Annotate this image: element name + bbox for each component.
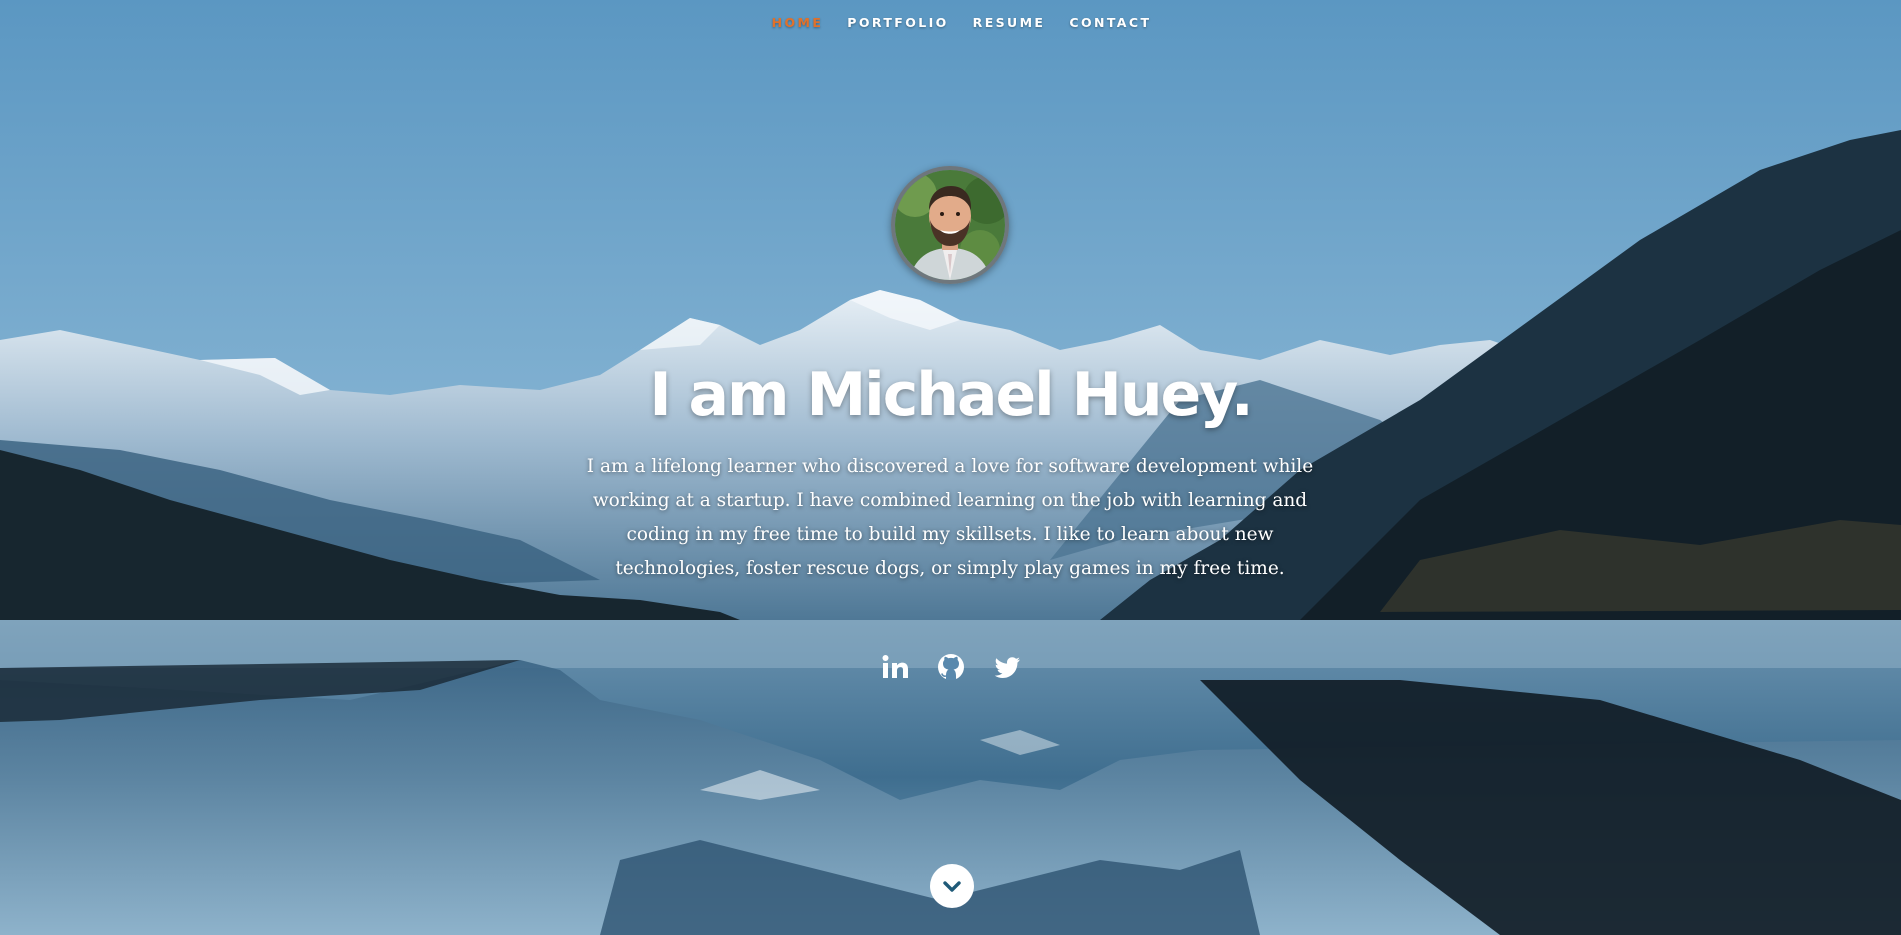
github-icon[interactable] (936, 652, 966, 682)
profile-avatar (891, 166, 1009, 284)
twitter-icon[interactable] (992, 652, 1022, 682)
hero-headline: I am Michael Huey. (649, 360, 1253, 430)
nav-item-resume[interactable]: RESUME (961, 15, 1058, 30)
scroll-down-button[interactable] (930, 864, 974, 908)
chevron-down-icon (943, 881, 961, 892)
nav-list: HOME PORTFOLIO RESUME CONTACT (760, 15, 1164, 30)
social-links (0, 652, 1901, 682)
hero-bio: I am a lifelong learner who discovered a… (586, 456, 1314, 579)
main-nav: HOME PORTFOLIO RESUME CONTACT (0, 0, 1901, 44)
profile-photo (895, 170, 1005, 280)
nav-item-contact[interactable]: CONTACT (1057, 15, 1163, 30)
hero-section: HOME PORTFOLIO RESUME CONTACT I am Micha… (0, 0, 1901, 935)
linkedin-icon[interactable] (880, 652, 910, 682)
nav-item-portfolio[interactable]: PORTFOLIO (835, 15, 960, 30)
nav-item-home[interactable]: HOME (760, 15, 836, 30)
